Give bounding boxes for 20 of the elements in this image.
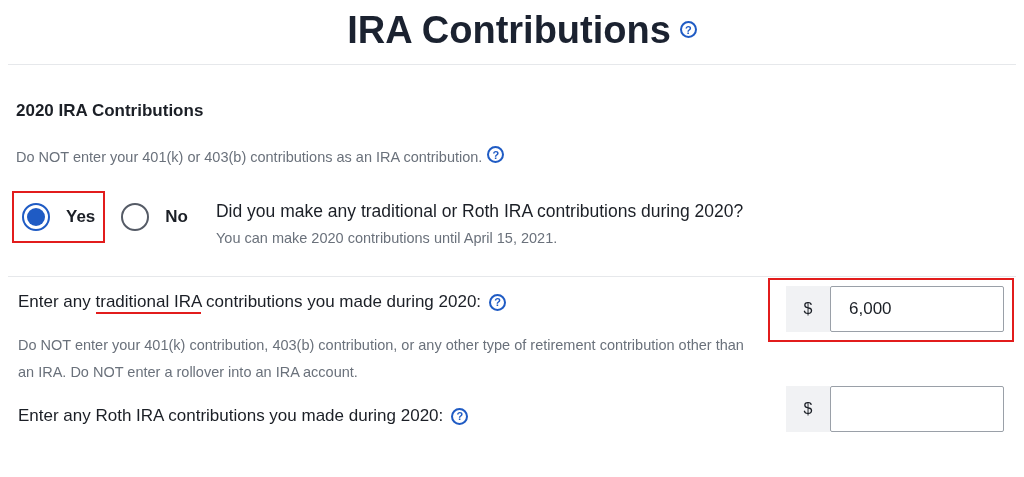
radio-button[interactable] (22, 203, 50, 231)
field-label: Enter any traditional IRA contributions you made during 2020: (18, 292, 482, 312)
amount-field[interactable] (830, 386, 1004, 432)
amount-field[interactable]: 6,000 (830, 286, 1004, 332)
help-icon[interactable]: ? (489, 293, 507, 311)
note-text: Do NOT enter your 401(k) contribution, 403(b) contribution, or any other type of retirement contribution other than an IRA. Do NOT enter a rollover into an IRA account. (18, 336, 745, 382)
question-text: Did you make any traditional or Roth IRA contributions during 2020? (216, 201, 744, 222)
currency-prefix: $ (786, 286, 830, 332)
section-heading: 2020 IRA Contributions (16, 101, 205, 121)
help-icon[interactable]: ? (679, 21, 697, 38)
help-icon[interactable]: ? (487, 146, 505, 163)
page-title: IRA Contributions (347, 9, 671, 52)
help-icon[interactable]: ? (451, 407, 469, 425)
field-label: Enter any Roth IRA contributions you made during 2020: (18, 406, 444, 426)
radio-option[interactable]: No (111, 191, 198, 243)
currency-prefix: $ (786, 386, 830, 432)
radio-option[interactable]: Yes (12, 191, 106, 243)
radio-button[interactable] (121, 203, 150, 231)
note-text: Do NOT enter your 401(k) or 403(b) contributions as an IRA contribution. (16, 148, 483, 165)
hint-text: You can make 2020 contributions until April 15, 2021. (216, 230, 559, 246)
